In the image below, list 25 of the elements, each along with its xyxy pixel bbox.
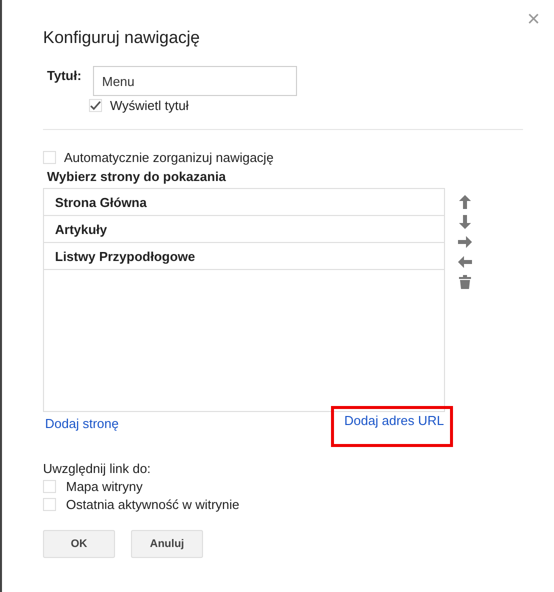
arrow-left-icon[interactable]	[457, 254, 473, 270]
link[interactable]: Dodaj stronę	[43, 414, 119, 447]
checkbox-label: Wyświetl tytuł	[110, 98, 189, 113]
cancel-button[interactable]: Anuluj	[131, 530, 203, 558]
field-label: Tytuł:	[47, 67, 82, 83]
checkbox[interactable]	[43, 151, 56, 164]
page-item[interactable]: Listwy Przypodłogowe	[44, 243, 444, 270]
page-item[interactable]: Strona Główna	[44, 189, 444, 216]
checkbox[interactable]	[43, 498, 56, 511]
title-field[interactable]: Menu	[93, 66, 297, 96]
link[interactable]: Dodaj adres URL	[342, 409, 444, 428]
checkbox-label: Ostatnia aktywność w witrynie	[66, 497, 240, 512]
checkbox[interactable]	[89, 99, 102, 112]
checkbox[interactable]	[43, 480, 56, 493]
checkbox-label: Automatycznie zorganizuj nawigację	[64, 150, 274, 165]
section-label: Uwzględnij link do:	[43, 461, 152, 476]
trash-icon[interactable]	[457, 274, 473, 290]
ok-button[interactable]: OK	[43, 530, 115, 558]
dialog-title: Konfiguruj nawigację	[43, 28, 201, 48]
arrow-right-icon[interactable]	[457, 234, 473, 250]
checkbox-label: Mapa witryny	[66, 479, 143, 494]
arrow-up-icon[interactable]	[457, 194, 473, 210]
arrow-down-icon[interactable]	[457, 214, 473, 230]
page-item[interactable]: Artykuły	[44, 216, 444, 243]
section-heading: Wybierz strony do pokazania	[47, 169, 227, 184]
